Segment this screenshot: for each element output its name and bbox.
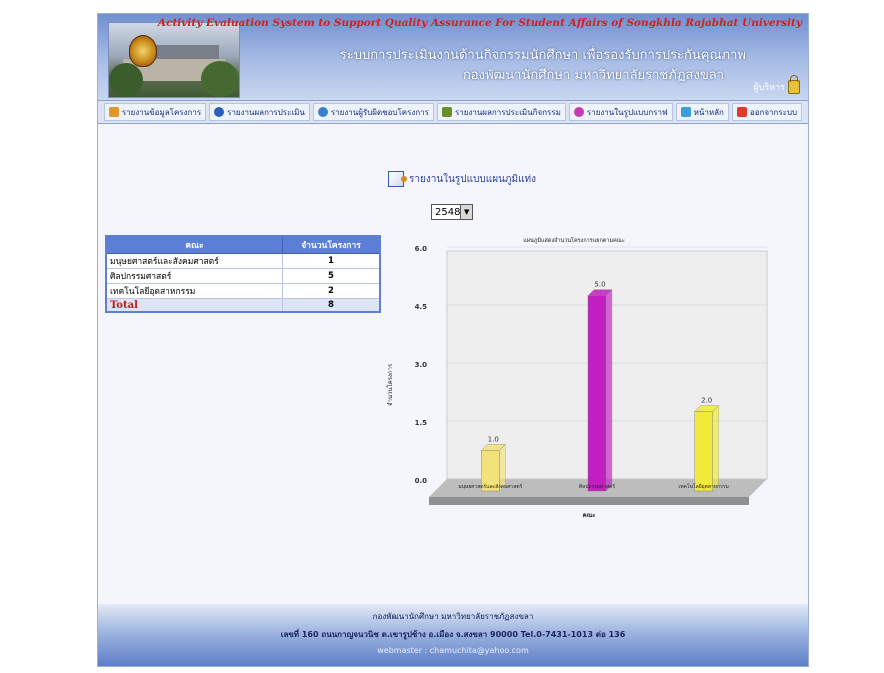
- footer: กองพัฒนานักศึกษา มหาวิทยาลัยราชภัฏสงขลา …: [98, 604, 808, 666]
- y-tick-label: 6.0: [415, 245, 428, 253]
- english-title: Activity Evaluation System to Support Qu…: [157, 17, 802, 29]
- total-label: Total: [105, 298, 283, 313]
- thai-title-line-2: กองพัฒนานักศึกษา มหาวิทยาลัยราชภัฏสงขลา: [462, 68, 724, 83]
- year-select-value: 2548: [435, 206, 461, 218]
- nav-item-logout[interactable]: ออกจากระบบ: [731, 103, 803, 121]
- y-tick-label: 4.5: [415, 303, 428, 311]
- pie-icon: [573, 107, 584, 117]
- nav-item-evaluation-report[interactable]: รายงานผลการประเมิน: [209, 103, 310, 121]
- report-title: รายงานในรูปแบบแผนภูมิแท่ง: [388, 171, 536, 187]
- home-icon: [680, 107, 691, 117]
- footer-address: เลขที่ 160 ถนนกาญจนวนิช ต.เขารูปช้าง อ.เ…: [280, 630, 626, 639]
- login-label: ผู้บริหาร: [753, 83, 785, 93]
- count-cell: 2: [282, 283, 381, 299]
- year-select[interactable]: 2548 ▼: [431, 204, 473, 220]
- count-cell: 1: [282, 253, 381, 269]
- faculty-cell: มนุษยศาสตร์และสังคมศาสตร์: [105, 253, 283, 269]
- table-total-row: Total 8: [105, 298, 381, 313]
- nav-item-graph-report[interactable]: รายงานในรูปแบบกราฟ: [568, 103, 673, 121]
- chart-base: [429, 497, 749, 505]
- bar-side: [712, 405, 719, 492]
- footer-webmaster[interactable]: webmaster : chamuchita@yahoo.com: [98, 646, 808, 655]
- login-link[interactable]: ผู้บริหาร: [753, 75, 800, 94]
- thai-title-line-1: ระบบการประเมินงานด้านกิจกรรมนักศึกษา เพื…: [339, 48, 746, 63]
- x-axis-label: คณะ: [583, 512, 596, 519]
- report-icon: [108, 107, 119, 117]
- bar: [587, 295, 607, 492]
- table-row: มนุษยศาสตร์และสังคมศาสตร์ 1: [105, 253, 381, 269]
- column-header-count: จำนวนโครงการ: [282, 235, 381, 254]
- people-icon: [317, 107, 328, 117]
- bar-value-label: 5.0: [594, 281, 605, 289]
- faculty-project-table: คณะ จำนวนโครงการ มนุษยศาสตร์และสังคมศาสต…: [105, 235, 381, 313]
- table-row: เทคโนโลยีอุตสาหกรรม 2: [105, 283, 381, 299]
- y-tick-label: 0.0: [415, 477, 428, 485]
- chart-title: แผนภูมิแสดงจำนวนโครงการแยกตามคณะ: [523, 236, 625, 244]
- y-axis-label: จำนวนโครงการ: [386, 363, 394, 406]
- y-tick-label: 1.5: [415, 419, 428, 427]
- globe-icon: [214, 107, 225, 117]
- nav-item-activity-report[interactable]: รายงานผลการประเมินกิจกรรม: [436, 103, 566, 121]
- footer-org-name: กองพัฒนานักศึกษา มหาวิทยาลัยราชภัฏสงขลา: [372, 612, 534, 621]
- total-value: 8: [282, 298, 381, 313]
- report-title-text: รายงานในรูปแบบแผนภูมิแท่ง: [409, 173, 537, 185]
- page-frame: Activity Evaluation System to Support Qu…: [97, 13, 809, 667]
- bar-value-label: 2.0: [701, 397, 712, 405]
- chart-icon: [441, 107, 452, 117]
- column-header-faculty: คณะ: [105, 235, 283, 254]
- bar-chart-svg: แผนภูมิแสดงจำนวนโครงการแยกตามคณะ 0.0 1.5 3.…: [386, 236, 768, 519]
- document-icon: [388, 171, 407, 187]
- bar-value-label: 1.0: [488, 435, 499, 443]
- bar-side: [605, 289, 613, 492]
- faculty-cell: ศิลปกรรมศาสตร์: [105, 268, 283, 284]
- nav-item-project-report[interactable]: รายงานข้อมูลโครงการ: [103, 103, 207, 121]
- university-seal-icon: [129, 35, 157, 67]
- campus-photo: [108, 22, 240, 98]
- chevron-down-icon: ▼: [460, 205, 472, 219]
- lock-icon: [788, 75, 800, 94]
- nav-item-home[interactable]: หน้าหลัก: [675, 103, 729, 121]
- table-header-row: คณะ จำนวนโครงการ: [105, 235, 381, 254]
- y-tick-label: 3.0: [415, 361, 428, 369]
- nav-item-responsible-report[interactable]: รายงานผู้รับผิดชอบโครงการ: [312, 103, 434, 121]
- header-banner: Activity Evaluation System to Support Qu…: [98, 14, 808, 100]
- x-tick-label: เทคโนโลยีอุตสาหกรรม: [679, 483, 729, 490]
- table-row: ศิลปกรรมศาสตร์ 5: [105, 268, 381, 284]
- faculty-cell: เทคโนโลยีอุตสาหกรรม: [105, 283, 283, 299]
- main-navigation: รายงานข้อมูลโครงการ รายงานผลการประเมิน ร…: [98, 100, 808, 124]
- bar: [694, 411, 713, 492]
- x-tick-label: มนุษยศาสตร์และสังคมศาสตร์: [458, 483, 522, 490]
- bar-chart: แผนภูมิแสดงจำนวนโครงการแยกตามคณะ 0.0 1.5 3.…: [374, 235, 774, 535]
- count-cell: 5: [282, 268, 381, 284]
- close-icon: [736, 107, 747, 117]
- x-tick-label: ศิลปกรรมศาสตร์: [579, 483, 615, 490]
